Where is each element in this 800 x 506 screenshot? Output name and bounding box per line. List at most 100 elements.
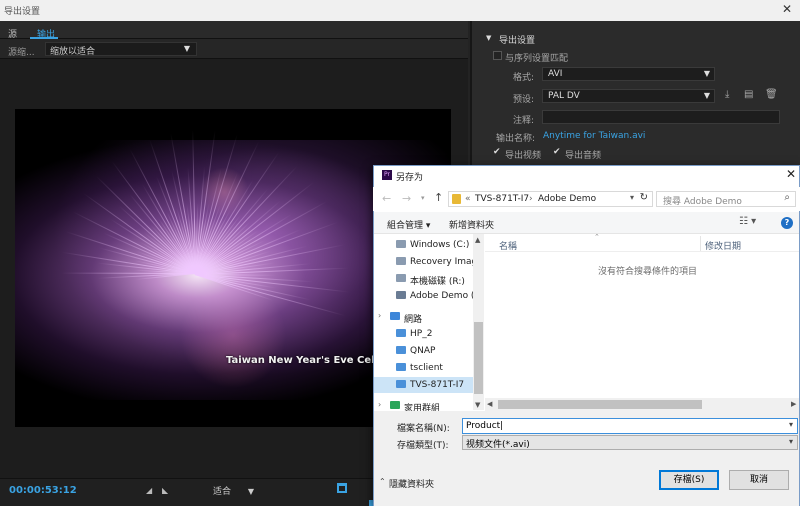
scale-dropdown-value: 缩放以适合 xyxy=(50,47,96,57)
chevron-down-icon: ▼ xyxy=(703,69,710,78)
view-options-icon[interactable]: ☷ ▾ xyxy=(739,216,756,227)
close-icon[interactable]: ✕ xyxy=(782,2,792,16)
file-list xyxy=(485,234,799,398)
export-settings-title: 导出设置 xyxy=(499,36,536,46)
export-audio-checkbox[interactable]: ✔ xyxy=(553,147,561,157)
refresh-icon[interactable]: ↻ xyxy=(640,192,648,203)
expand-chevron-icon[interactable]: › xyxy=(378,311,381,320)
close-icon[interactable]: ✕ xyxy=(786,167,796,181)
filename-label: 檔案名稱(N): xyxy=(397,424,450,434)
chevron-down-icon: ▼ xyxy=(703,91,710,100)
filename-input[interactable]: Product| ▾ xyxy=(462,418,798,434)
column-divider[interactable] xyxy=(700,236,701,251)
match-sequence-label: 与序列设置匹配 xyxy=(505,54,569,64)
comment-label: 注释: xyxy=(513,116,535,126)
up-arrow-icon[interactable]: ↑ xyxy=(434,191,443,204)
nav-item[interactable]: 網路 › xyxy=(374,309,474,325)
path-segment[interactable]: Adobe Demo xyxy=(538,194,596,204)
scroll-right-icon[interactable]: ▶ xyxy=(791,400,796,408)
drive-icon xyxy=(396,240,406,248)
chevron-down-icon: ▼ xyxy=(183,44,190,53)
format-label: 格式: xyxy=(513,73,535,83)
expand-chevron-icon[interactable]: › xyxy=(378,400,381,409)
match-sequence-checkbox[interactable] xyxy=(493,51,502,60)
timecode[interactable]: 00:00:53:12 xyxy=(9,485,77,496)
fit-dropdown[interactable]: 适合 ▼ xyxy=(213,484,254,497)
delete-preset-icon[interactable]: 🗑 xyxy=(765,89,778,100)
chevron-down-icon[interactable]: ▾ xyxy=(789,420,793,429)
filetype-label: 存檔類型(T): xyxy=(397,441,449,451)
drive-icon xyxy=(396,257,406,265)
nav-item[interactable]: Adobe Demo (\ xyxy=(374,288,474,304)
scroll-left-icon[interactable]: ◀ xyxy=(487,400,492,408)
search-icon[interactable]: ⌕ xyxy=(784,192,790,203)
nav-item[interactable]: HP_2 xyxy=(374,326,474,342)
preset-value: PAL DV xyxy=(548,91,580,101)
preset-dropdown[interactable]: PAL DV ▼ xyxy=(542,89,715,103)
nav-item-label: HP_2 xyxy=(410,329,433,339)
file-list-hscroll-thumb[interactable] xyxy=(498,400,702,409)
collapse-triangle-icon[interactable]: ▼ xyxy=(486,34,491,42)
cancel-button[interactable]: 取消 xyxy=(729,470,789,490)
forward-arrow-icon[interactable]: → xyxy=(402,192,411,205)
search-input[interactable]: 搜尋 Adobe Demo ⌕ xyxy=(656,191,796,207)
output-name-label: 输出名称: xyxy=(496,134,536,144)
dialog-toolbar xyxy=(374,212,799,234)
nav-item[interactable]: Windows (C:) xyxy=(374,237,474,253)
column-name[interactable]: 名稱 xyxy=(499,239,517,252)
filetype-select[interactable]: 视频文件(*.avi) ▾ xyxy=(462,435,798,450)
chevron-right-icon: › xyxy=(529,194,533,204)
nav-item[interactable]: Recovery Image xyxy=(374,254,474,270)
scroll-up-icon[interactable]: ▲ xyxy=(475,236,480,244)
new-folder-button[interactable]: 新增資料夾 xyxy=(449,218,494,231)
save-button[interactable]: 存檔(S) xyxy=(659,470,719,490)
computer-icon xyxy=(396,380,406,388)
hide-folders-toggle[interactable]: 隱藏資料夾 xyxy=(389,477,434,490)
back-arrow-icon[interactable]: ← xyxy=(382,192,391,205)
export-video-label: 导出视频 xyxy=(505,151,542,161)
format-value: AVI xyxy=(548,69,563,79)
empty-results-message: 沒有符合搜尋條件的項目 xyxy=(598,267,698,277)
nav-item-label: tsclient xyxy=(410,363,443,373)
nav-item[interactable]: TVS-871T-I7 xyxy=(374,377,473,393)
collapse-arrow-icon[interactable]: ⌃ xyxy=(379,477,386,486)
address-bar[interactable]: « TVS-871T-I7 › Adobe Demo ▾ ↻ xyxy=(448,191,653,207)
nav-item[interactable]: QNAP xyxy=(374,343,474,359)
nav-item-label: QNAP xyxy=(410,346,436,356)
export-video-checkbox[interactable]: ✔ xyxy=(493,147,501,157)
comment-field[interactable] xyxy=(542,110,780,124)
network-icon xyxy=(390,312,400,320)
scroll-down-icon[interactable]: ▼ xyxy=(475,401,480,409)
nav-item[interactable]: tsclient xyxy=(374,360,474,376)
column-modified-date[interactable]: 修改日期 xyxy=(705,239,741,252)
help-icon[interactable]: ? xyxy=(781,217,793,229)
mark-out-icon[interactable]: ◣ xyxy=(162,486,168,495)
nav-item-label: 網路 xyxy=(404,315,423,325)
scale-dropdown[interactable]: 缩放以适合 ▼ xyxy=(45,42,197,57)
computer-icon xyxy=(396,363,406,371)
sort-ascending-icon: ⌃ xyxy=(594,233,600,241)
tab-bar xyxy=(0,21,468,39)
preset-label: 预设: xyxy=(513,95,535,105)
chevron-down-icon[interactable]: ▾ xyxy=(630,193,634,202)
mark-in-icon[interactable]: ◢ xyxy=(146,486,152,495)
nav-scroll-thumb[interactable] xyxy=(474,322,483,394)
homegroup-icon xyxy=(390,401,400,409)
organize-button[interactable]: 組合管理 ▾ xyxy=(387,218,430,231)
video-caption: Taiwan New Year's Eve Celel xyxy=(226,355,385,366)
recent-locations-icon[interactable]: ▾ xyxy=(421,194,425,202)
nav-item[interactable]: 本機磁碟 (R:) xyxy=(374,271,474,287)
output-name-link[interactable]: Anytime for Taiwan.avi xyxy=(543,131,645,141)
format-dropdown[interactable]: AVI ▼ xyxy=(542,67,715,81)
path-segment[interactable]: TVS-871T-I7 xyxy=(475,194,529,204)
computer-icon xyxy=(396,346,406,354)
nav-item-label: TVS-871T-I7 xyxy=(410,380,465,390)
chevron-down-icon: ▾ xyxy=(788,437,793,446)
fit-dropdown-value: 适合 xyxy=(213,487,232,497)
save-preset-icon[interactable]: ⤓ xyxy=(725,89,729,100)
filename-value: Product xyxy=(466,421,501,431)
window-titlebar: 导出设置 ✕ xyxy=(0,0,800,21)
folder-icon xyxy=(452,194,461,204)
aspect-crop-icon[interactable] xyxy=(337,483,347,493)
import-preset-icon[interactable]: ▤ xyxy=(744,89,753,100)
